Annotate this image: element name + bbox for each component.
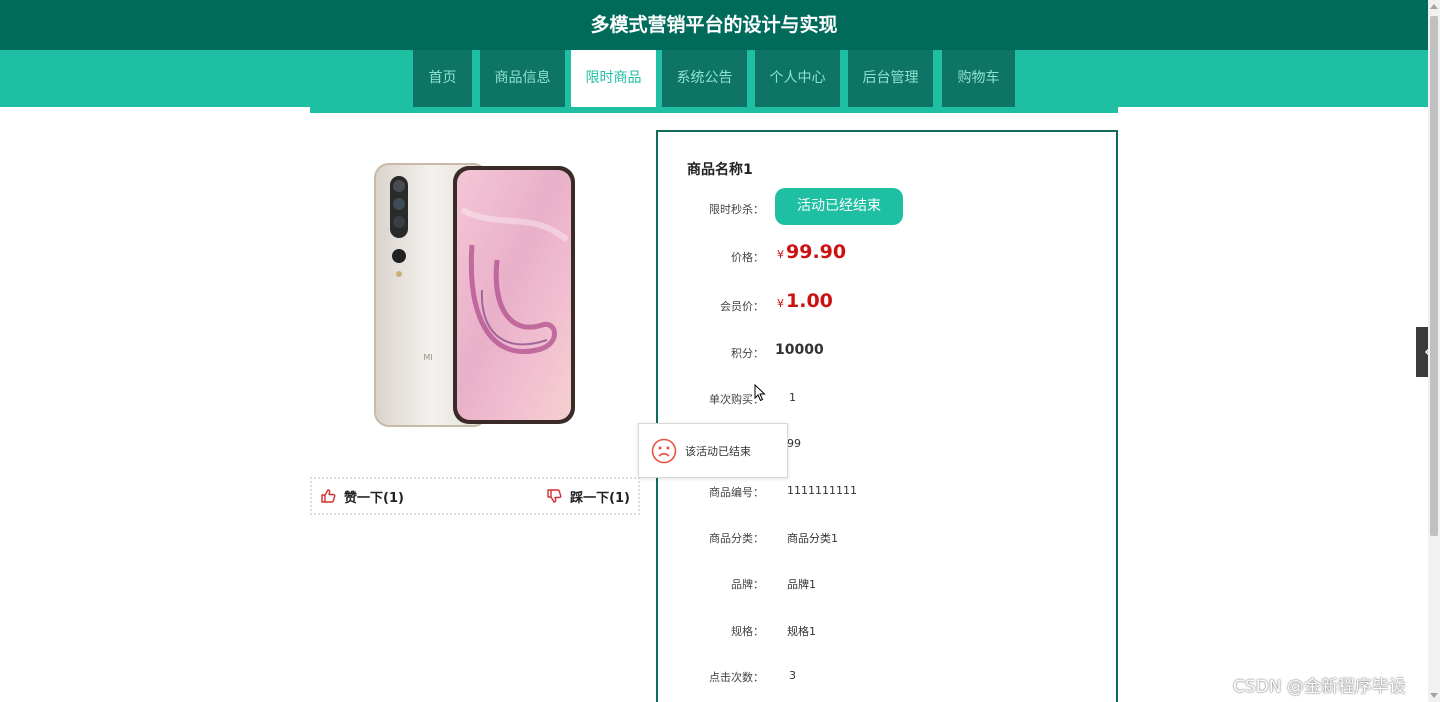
watermark: CSDN @金新程序毕设 [1233,677,1406,697]
member-price-value: ¥1.00 [777,290,833,312]
click-count-value: 3 [789,669,796,682]
dislike-label: 踩一下(1) [570,490,630,506]
click-count-label: 点击次数： [709,671,764,684]
nav-item-personal-center[interactable]: 个人中心 [755,50,840,107]
currency-symbol: ¥ [777,248,784,261]
product-code-label: 商品编号： [709,486,764,499]
thumbs-up-icon [321,489,336,503]
price-label: 价格： [731,251,764,264]
stock-value: 99 [787,437,801,450]
scroll-down-icon[interactable] [1430,693,1438,698]
nav-item-admin[interactable]: 后台管理 [848,50,933,107]
currency-symbol: ¥ [777,297,784,310]
member-price-label: 会员价： [720,300,764,313]
nav-item-announcements[interactable]: 系统公告 [662,50,747,107]
brand-value: 品牌1 [787,578,816,591]
points-label: 积分： [731,347,764,360]
points-value: 10000 [775,342,824,358]
nav-item-cart[interactable]: 购物车 [942,50,1015,107]
like-button[interactable]: 赞一下(1) [320,479,404,513]
page-title: 多模式营销平台的设计与实现 [0,0,1428,50]
spec-value: 规格1 [787,625,816,638]
flash-sale-label: 限时秒杀： [709,203,764,216]
like-label: 赞一下(1) [344,490,404,506]
nav-item-flash-sale[interactable]: 限时商品 [571,50,656,107]
toast-message: 该活动已结束 [685,444,751,458]
price-value: ¥99.90 [777,241,846,263]
flash-sale-ended-button[interactable]: 活动已经结束 [775,188,903,225]
scroll-up-icon[interactable] [1430,4,1438,9]
member-price-number: 1.00 [786,290,833,312]
product-image: MI [374,163,575,427]
mouse-cursor-icon [754,384,766,402]
nav-item-products[interactable]: 商品信息 [480,50,565,107]
category-value: 商品分类1 [787,532,838,545]
vote-box: 赞一下(1) 踩一下(1) [310,477,640,515]
single-purchase-value: 1 [789,391,796,404]
sad-face-icon [651,438,677,463]
thumbs-down-icon [547,489,562,503]
spec-label: 规格： [731,625,764,638]
scroll-thumb[interactable] [1430,16,1438,536]
nav-item-home[interactable]: 首页 [413,50,472,107]
brand-label: 品牌： [731,578,764,591]
page-scrollbar[interactable] [1428,0,1440,702]
svg-text:MI: MI [423,353,432,362]
category-label: 商品分类： [709,532,764,545]
activity-ended-toast: 该活动已结束 [638,423,788,478]
product-name: 商品名称1 [687,162,753,178]
nav-underline-strip [310,107,1118,113]
product-detail-panel: 商品名称1 限时秒杀： 活动已经结束 价格： ¥99.90 会员价： ¥1.00… [656,130,1118,702]
dislike-button[interactable]: 踩一下(1) [546,479,630,513]
price-number: 99.90 [786,241,847,263]
product-code-value: 1111111111 [787,484,857,497]
